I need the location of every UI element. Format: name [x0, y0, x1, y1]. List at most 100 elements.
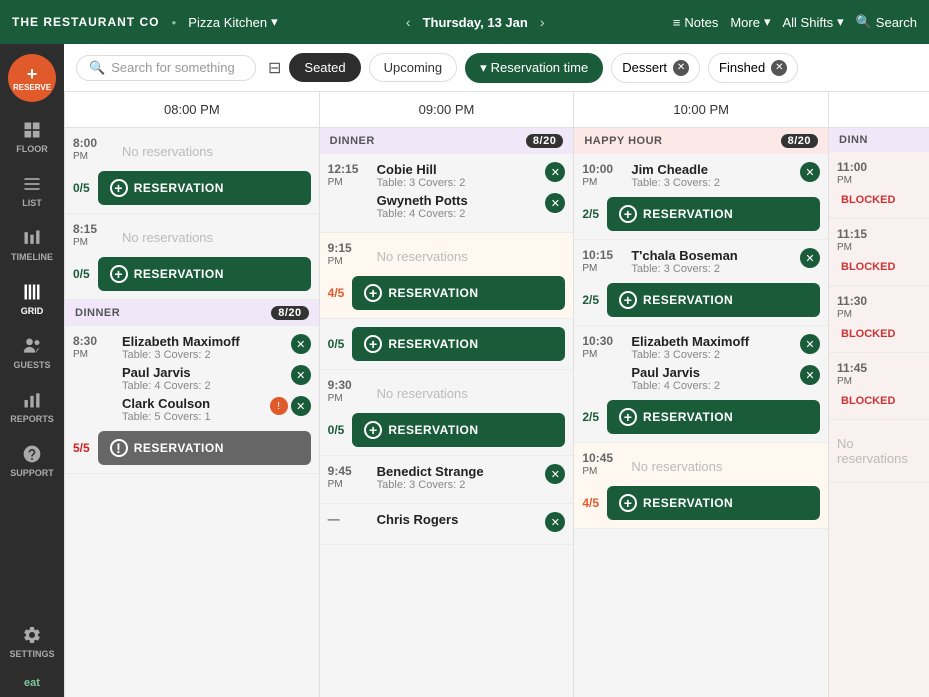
column-4: DINN 11:00 PM BLOCKED 11:15 PM BLOCKED — [829, 128, 929, 697]
all-shifts-btn[interactable]: All Shifts ▾ — [783, 14, 844, 30]
add-reservation-915[interactable]: + RESERVATION — [352, 276, 565, 310]
more-btn[interactable]: More ▾ — [730, 14, 770, 30]
plus-icon-1030: + — [619, 408, 637, 426]
section-dinner-col2: DINNER 8/20 — [320, 128, 574, 154]
grid-scroll[interactable]: 8:00 PM No reservations 0/5 + RESERVATIO… — [64, 128, 929, 697]
notes-icon: ≡ — [673, 15, 681, 30]
add-reservation-830-disabled[interactable]: ! RESERVATION — [98, 431, 311, 465]
time-945: 9:45 PM — [328, 464, 373, 490]
slot-945: 9:45 PM Benedict Strange Table: 3 Covers… — [320, 456, 574, 504]
res-name-clark: Clark Coulson — [122, 396, 211, 411]
time-1130: 11:30 PM — [837, 294, 921, 320]
covers-1045: 4/5 — [582, 496, 599, 510]
finished-chip[interactable]: Finshed ✕ — [708, 53, 798, 83]
res-x-clark[interactable]: ✕ — [291, 396, 311, 416]
tab-upcoming[interactable]: Upcoming — [369, 53, 458, 82]
res-chris: Chris Rogers ✕ — [377, 512, 566, 532]
covers-915b: 0/5 — [328, 337, 345, 351]
add-reservation-1030[interactable]: + RESERVATION — [607, 400, 820, 434]
sidebar-item-list[interactable]: LIST — [0, 164, 64, 218]
res-x-paul[interactable]: ✕ — [291, 365, 311, 385]
sidebar-item-grid[interactable]: GRID — [0, 272, 64, 326]
add-reservation-815[interactable]: + RESERVATION — [98, 257, 311, 291]
time-1145: 11:45 PM — [837, 361, 921, 387]
search-nav-icon: 🔍 — [856, 14, 872, 30]
reports-icon — [22, 390, 42, 410]
res-x-benedict[interactable]: ✕ — [545, 464, 565, 484]
plus-icon-915: + — [364, 284, 382, 302]
dessert-remove-icon[interactable]: ✕ — [673, 60, 689, 76]
time-815: 8:15 PM — [73, 222, 118, 248]
slot-1215: 12:15 PM Cobie Hill Table: 3 Covers: 2 ✕ — [320, 154, 574, 233]
sidebar-item-guests[interactable]: GUESTS — [0, 326, 64, 380]
res-x-tchala[interactable]: ✕ — [800, 248, 820, 268]
notes-btn[interactable]: ≡ Notes — [673, 15, 719, 30]
finished-remove-icon[interactable]: ✕ — [771, 60, 787, 76]
search-btn[interactable]: 🔍 Search — [856, 14, 917, 30]
res-paul-col1: Paul Jarvis Table: 4 Covers: 2 ✕ — [122, 365, 311, 392]
res-x-eliz-col3[interactable]: ✕ — [800, 334, 820, 354]
top-nav: THE RESTAURANT CO ● Pizza Kitchen ▾ ‹ Th… — [0, 0, 929, 44]
reports-label: REPORTS — [10, 414, 54, 424]
time-800: 8:00 PM — [73, 136, 118, 162]
res-x-chris[interactable]: ✕ — [545, 512, 565, 532]
slot-chris: — Chris Rogers ✕ — [320, 504, 574, 545]
time-1100: 11:00 PM — [837, 160, 921, 186]
no-res-915: No reservations — [377, 241, 566, 272]
section-dinner-col1: DINNER 8/20 — [65, 300, 319, 326]
add-reservation-1045[interactable]: + RESERVATION — [607, 486, 820, 520]
plus-icon-915b: + — [364, 335, 382, 353]
brand-name: THE RESTAURANT CO — [12, 15, 159, 29]
plus-icon-1000: + — [619, 205, 637, 223]
res-x-cobie[interactable]: ✕ — [545, 162, 565, 182]
warning-icon-clark[interactable]: ! — [270, 397, 288, 415]
sidebar-item-support[interactable]: SUPPORT — [0, 434, 64, 488]
add-reservation-1000[interactable]: + RESERVATION — [607, 197, 820, 231]
venue-chevron-icon: ▾ — [271, 14, 278, 30]
slot-no-res-col4: No reservations — [829, 420, 929, 483]
dessert-chip[interactable]: Dessert ✕ — [611, 53, 700, 83]
add-reservation-800[interactable]: + RESERVATION — [98, 171, 311, 205]
venue-selector[interactable]: Pizza Kitchen ▾ — [188, 14, 277, 30]
res-name-elizabeth: Elizabeth Maximoff — [122, 334, 240, 349]
prev-date-arrow[interactable]: ‹ — [406, 14, 411, 30]
shifts-chevron-icon: ▾ — [837, 14, 844, 30]
time-1115: 11:15 PM — [837, 227, 921, 253]
sidebar-item-settings[interactable]: SETTINGS — [0, 615, 64, 669]
time-915: 9:15 PM — [328, 241, 373, 267]
res-name-chris: Chris Rogers — [377, 512, 459, 527]
add-reservation-930[interactable]: + RESERVATION — [352, 413, 565, 447]
no-res-1045: No reservations — [631, 451, 820, 482]
search-box[interactable]: 🔍 Search for something — [76, 55, 256, 81]
res-cobie: Cobie Hill Table: 3 Covers: 2 ✕ — [377, 162, 566, 189]
plus-icon-1045: + — [619, 494, 637, 512]
add-reservation-1015[interactable]: + RESERVATION — [607, 283, 820, 317]
list-label: LIST — [22, 198, 42, 208]
main-content: 08:00 PM 09:00 PM 10:00 PM 8:00 — [64, 92, 929, 697]
reserve-plus-icon: + — [27, 65, 38, 83]
slot-930: 9:30 PM No reservations 0/5 + RESERVATIO… — [320, 370, 574, 456]
tab-seated[interactable]: Seated — [289, 53, 360, 82]
res-x-paul-col3[interactable]: ✕ — [800, 365, 820, 385]
res-elizabeth-col1: Elizabeth Maximoff Table: 3 Covers: 2 ✕ — [122, 334, 311, 361]
list-icon — [22, 174, 42, 194]
res-x-jim[interactable]: ✕ — [800, 162, 820, 182]
sidebar-item-reports[interactable]: REPORTS — [0, 380, 64, 434]
reserve-button[interactable]: + RESERVE — [8, 54, 56, 102]
eat-label: eat — [24, 669, 40, 697]
reservation-time-dropdown[interactable]: ▾ Reservation time — [465, 53, 603, 83]
settings-label: SETTINGS — [9, 649, 54, 659]
res-x-gwyneth[interactable]: ✕ — [545, 193, 565, 213]
timeline-icon — [22, 228, 42, 248]
covers-830: 5/5 — [73, 441, 90, 455]
slot-815pm: 8:15 PM No reservations 0/5 + RESERVATIO… — [65, 214, 319, 300]
sidebar-item-timeline[interactable]: TIMELINE — [0, 218, 64, 272]
covers-930: 0/5 — [328, 423, 345, 437]
plus-icon-800: + — [110, 179, 128, 197]
section-happy-col3: HAPPY HOUR 8/20 — [574, 128, 828, 154]
res-x-elizabeth[interactable]: ✕ — [291, 334, 311, 354]
next-date-arrow[interactable]: › — [540, 14, 545, 30]
filter-icon[interactable]: ⊟ — [268, 58, 281, 78]
sidebar-item-floor[interactable]: FLOOR — [0, 110, 64, 164]
add-reservation-915b[interactable]: + RESERVATION — [352, 327, 565, 361]
